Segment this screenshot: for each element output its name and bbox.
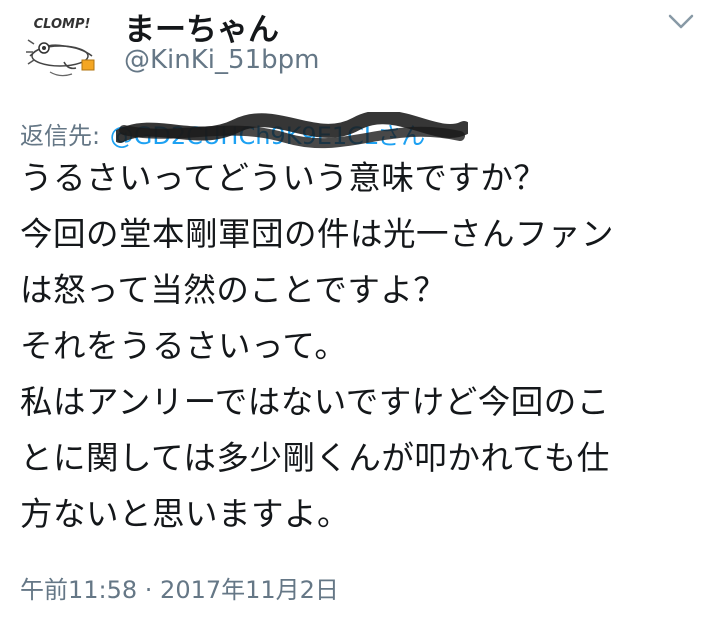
reply-context: 返信先: @GD2CUHCh9K9E1CLさん (20, 112, 468, 152)
tweet-line: とに関しては多少剛くんが叩かれても仕 (20, 439, 610, 477)
reply-target-text: @GD2CUHCh9K9E1CLさん (109, 122, 426, 150)
avatar-illustration: CLOMP! (26, 17, 95, 77)
tweet-line: うるさいってどういう意味ですか？ (20, 159, 547, 197)
chevron-down-icon[interactable] (664, 10, 698, 34)
tweet-line: 方ないと思いますよ。 (20, 495, 351, 533)
tweet-line: 私はアンリーではないですけど今回のこ (20, 383, 610, 421)
avatar-text: CLOMP! (34, 17, 91, 32)
user-handle[interactable]: @KinKi_51bpm (124, 45, 319, 75)
tweet-timestamp[interactable]: 午前11:58 · 2017年11月2日 (20, 570, 339, 605)
tweet-line: 今回の堂本剛軍団の件は光一さんファン (20, 215, 615, 253)
tweet-line: それをうるさいって。 (20, 327, 348, 365)
display-name[interactable]: まーちゃん (124, 4, 279, 49)
tweet-header: CLOMP! まーちゃん @KinKi_51bpm (0, 0, 720, 100)
reply-label: 返信先: (20, 122, 101, 150)
tweet-detail: CLOMP! まーちゃん @KinKi_51bpm 返信先: @GD2CUHCh… (0, 0, 720, 633)
tweet-text: うるさいってどういう意味ですか？ 今回の堂本剛軍団の件は光一さんファン は怒って… (20, 150, 710, 542)
reply-target-link[interactable]: @GD2CUHCh9K9E1CLさん (109, 112, 468, 151)
tweet-line: は怒って当然のことですよ？ (20, 271, 447, 309)
avatar[interactable]: CLOMP! (20, 12, 104, 84)
